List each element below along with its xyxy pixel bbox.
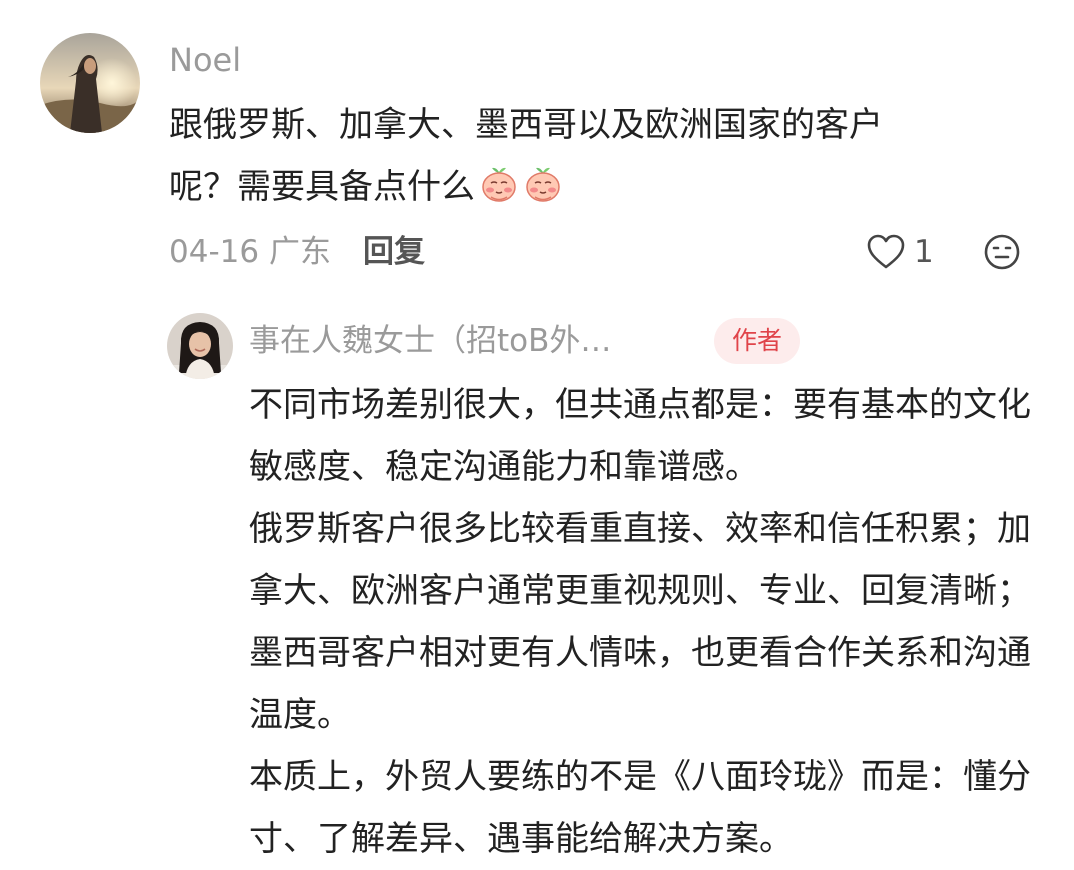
comment-text: 跟俄罗斯、加拿大、墨西哥以及欧洲国家的客户 呢？需要具备点什么 (169, 94, 999, 218)
reply-paragraph: 不同市场差别很大，但共通点都是：要有基本的文化敏感度、稳定沟通能力和靠谱感。 (249, 385, 1031, 487)
comment-text-line: 呢？需要具备点什么 (169, 167, 475, 207)
peach-face-emoji-icon (479, 164, 519, 204)
reply-button[interactable]: 回复 (363, 230, 425, 274)
comment-date: 04-16 (169, 234, 260, 270)
reply-paragraph: 俄罗斯客户很多比较看重直接、效率和信任积累；加拿大、欧洲客户通常更重视规则、专业… (249, 509, 1031, 735)
reply-paragraph: 本质上，外贸人要练的不是《八面玲珑》而是：懂分寸、了解差异、遇事能给解决方案。 (249, 757, 1031, 859)
avatar[interactable] (40, 33, 140, 133)
like-count: 1 (914, 234, 934, 270)
comment-location: 广东 (268, 234, 331, 270)
author-badge: 作者 (714, 318, 800, 364)
emoji-face-icon[interactable] (982, 232, 1022, 272)
reply-text: 不同市场差别很大，但共通点都是：要有基本的文化敏感度、稳定沟通能力和靠谱感。 俄… (249, 374, 1049, 870)
comment-text-line-2: 呢？需要具备点什么 (169, 156, 999, 218)
avatar-image (167, 313, 233, 379)
comment-meta: 04-16 广东 (169, 230, 331, 274)
avatar[interactable] (167, 313, 233, 379)
comment-text-line: 跟俄罗斯、加拿大、墨西哥以及欧洲国家的客户 (169, 105, 883, 145)
peach-face-emoji-icon (523, 164, 563, 204)
heart-icon[interactable] (866, 232, 906, 272)
reply-username[interactable]: 事在人魏女士（招toB外… (249, 321, 611, 361)
avatar-image (40, 33, 140, 133)
comment-username[interactable]: Noel (169, 40, 241, 80)
